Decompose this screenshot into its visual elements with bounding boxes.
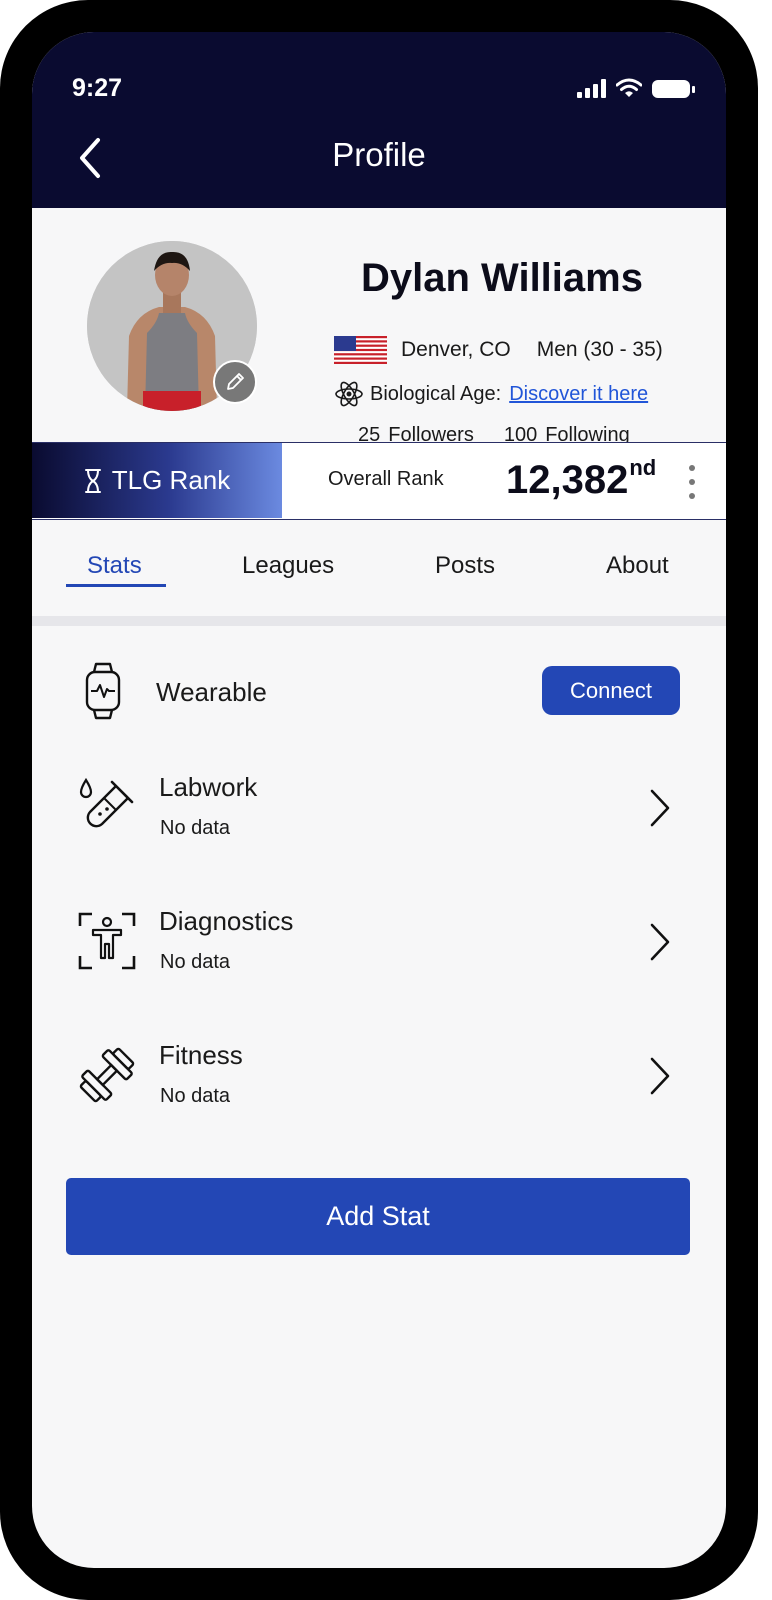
chevron-right-icon xyxy=(650,923,670,961)
add-stat-button[interactable]: Add Stat xyxy=(66,1178,690,1255)
biological-age-row: Biological Age: Discover it here xyxy=(334,379,648,409)
tab-leagues[interactable]: Leagues xyxy=(242,552,334,580)
more-dot xyxy=(689,479,695,485)
battery-icon xyxy=(652,80,695,98)
rank-suffix: nd xyxy=(629,455,657,480)
wifi-icon xyxy=(616,78,642,97)
edit-avatar-button[interactable] xyxy=(213,360,257,404)
wearable-title: Wearable xyxy=(156,677,267,707)
overall-rank-label: Overall Rank xyxy=(328,468,444,490)
dumbbell-icon xyxy=(79,1047,135,1103)
tab-about[interactable]: About xyxy=(606,552,669,580)
fitness-title: Fitness xyxy=(159,1040,243,1070)
diagnostics-subtitle: No data xyxy=(160,951,231,973)
page-title: Profile xyxy=(332,136,426,173)
labwork-subtitle: No data xyxy=(160,817,231,839)
us-flag-icon xyxy=(334,336,387,364)
signal-icon xyxy=(577,78,606,98)
section-divider xyxy=(32,616,726,626)
phone-frame: 9:27 Profile Dylan Williams Denver, CO M… xyxy=(0,0,758,1600)
tlg-rank-label: TLG Rank xyxy=(111,465,231,495)
app-screen: 9:27 Profile Dylan Williams Denver, CO M… xyxy=(32,32,726,1568)
biological-age-label: Biological Age: xyxy=(370,382,502,405)
rank-number: 12,382 xyxy=(506,458,629,502)
overall-rank-value: 12,382nd xyxy=(506,455,656,503)
labwork-title: Labwork xyxy=(159,772,258,802)
discover-link[interactable]: Discover it here xyxy=(509,383,648,406)
chevron-right-icon xyxy=(650,789,670,827)
hourglass-icon xyxy=(84,468,101,493)
profile-header: Dylan Williams Denver, CO Men (30 - 35) xyxy=(32,208,726,446)
tlg-rank-badge: TLG Rank xyxy=(32,443,282,518)
rank-bar: TLG Rank Overall Rank 12,382nd xyxy=(32,442,726,520)
pencil-icon xyxy=(227,373,244,390)
tab-stats[interactable]: Stats xyxy=(87,552,142,580)
status-time: 9:27 xyxy=(72,74,123,102)
status-icons xyxy=(577,78,695,98)
location-row: Denver, CO Men (30 - 35) xyxy=(334,336,663,364)
atom-icon xyxy=(335,381,363,407)
profile-name: Dylan Williams xyxy=(361,256,643,300)
more-dot xyxy=(689,465,695,471)
body-scan-icon xyxy=(78,912,136,970)
more-options-button[interactable] xyxy=(684,465,700,499)
chevron-right-icon xyxy=(650,1057,670,1095)
age-group-text: Men (30 - 35) xyxy=(536,338,663,361)
active-tab-indicator xyxy=(66,584,166,587)
fitness-subtitle: No data xyxy=(160,1085,231,1107)
more-dot xyxy=(689,493,695,499)
tab-bar: Stats Leagues Posts About xyxy=(32,520,726,616)
connect-wearable-button[interactable]: Connect xyxy=(542,666,680,715)
diagnostics-title: Diagnostics xyxy=(159,906,294,936)
tab-posts[interactable]: Posts xyxy=(435,552,495,580)
location-text: Denver, CO xyxy=(401,338,511,361)
test-tube-icon xyxy=(79,777,134,828)
smartwatch-icon xyxy=(85,662,121,720)
top-bar: 9:27 Profile xyxy=(32,32,726,208)
